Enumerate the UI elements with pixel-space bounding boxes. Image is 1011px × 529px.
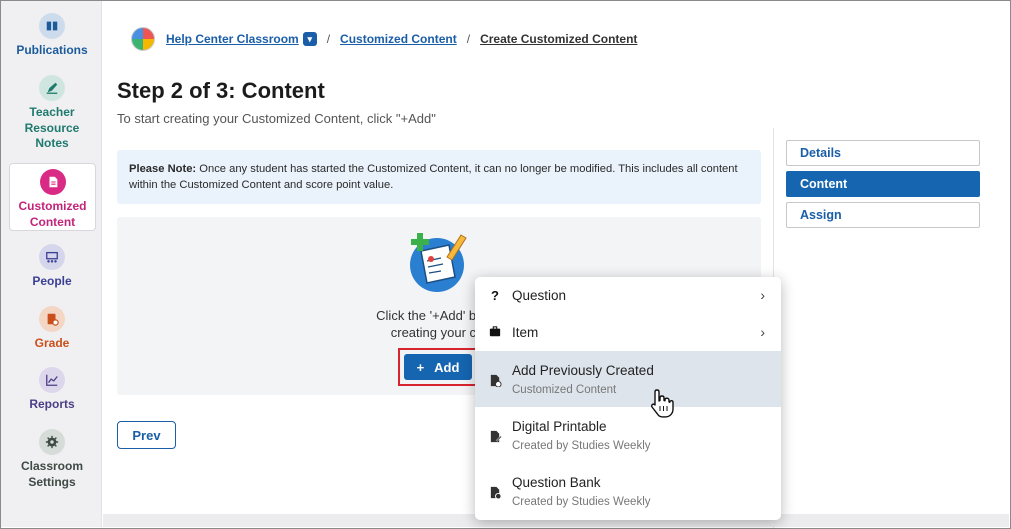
sidebar-item-customized-content[interactable]: Customized Content [9,163,96,231]
menu-item-add-previously-created[interactable]: Add Previously Created Customized Conten… [475,351,781,407]
sidebar-item-grade[interactable]: Grade [7,306,97,352]
classroom-avatar [131,27,155,51]
menu-item-sublabel: Created by Studies Weekly [512,496,651,508]
note-label: Please Note: [129,163,197,175]
note-banner: Please Note: Once any student has starte… [117,150,761,204]
grade-icon [39,306,65,332]
menu-item-sublabel: Customized Content [512,384,617,396]
breadcrumb-classroom-link[interactable]: Help Center Classroom [166,32,299,46]
step-details[interactable]: Details [786,140,980,166]
sidebar-item-label: Publications [16,43,88,57]
hand-cursor-icon [650,389,674,418]
sidebar-item-label: Customized Content [18,199,87,229]
chevron-down-icon[interactable]: ▾ [302,32,317,46]
menu-item-question-bank[interactable]: Question Bank Created by Studies Weekly [475,463,781,520]
file-question-icon [488,485,502,499]
file-edit-icon [488,429,502,443]
sidebar-item-reports[interactable]: Reports [7,367,97,413]
note-text: Once any student has started the Customi… [129,163,738,191]
chart-icon [39,367,65,393]
file-add-icon [488,373,502,387]
chevron-right-icon: › [760,287,765,303]
sidebar-item-label: Grade [34,336,70,350]
sidebar-item-classroom-settings[interactable]: Classroom Settings [7,429,97,490]
sidebar-item-label: Teacher Resource Notes [24,105,80,150]
question-icon: ? [491,287,499,303]
sidebar-item-label: People [32,274,72,288]
briefcase-icon [488,325,502,339]
sidebar-item-label: Reports [29,397,75,411]
breadcrumb-separator: / [466,32,471,46]
sidebar-item-publications[interactable]: Publications [7,13,97,59]
breadcrumb-separator: / [326,32,331,46]
chevron-right-icon: › [760,324,765,340]
step-assign[interactable]: Assign [786,202,980,228]
page-subtitle: To start creating your Customized Conten… [117,111,436,126]
menu-item-label: Digital Printable [512,419,607,434]
sidebar-item-people[interactable]: People [7,244,97,290]
book-icon [39,13,65,39]
pen-icon [39,75,65,101]
add-button[interactable]: + Add [404,354,472,380]
sidebar-item-teacher-resource-notes[interactable]: Teacher Resource Notes [7,75,97,152]
people-icon [39,244,65,270]
add-menu: ? Question › Item › Add Previously Creat… [475,277,781,520]
menu-item-label: Question [512,288,567,303]
menu-item-item[interactable]: Item › [475,314,781,351]
breadcrumb-section-link[interactable]: Customized Content [340,32,457,46]
menu-item-label: Add Previously Created [512,363,654,378]
breadcrumb: Help Center Classroom ▾ / Customized Con… [131,27,637,51]
step-content[interactable]: Content [786,171,980,197]
sidebar: Publications Teacher Resource Notes Cust… [1,1,102,527]
gear-icon [39,429,65,455]
menu-item-label: Question Bank [512,475,601,490]
breadcrumb-current[interactable]: Create Customized Content [480,32,637,46]
document-icon [39,169,66,195]
prev-button[interactable]: Prev [117,421,176,449]
worksheet-illustration-icon [410,233,467,292]
add-button-label: Add [434,359,460,375]
menu-item-question[interactable]: ? Question › [475,277,781,314]
menu-item-digital-printable[interactable]: Digital Printable Created by Studies Wee… [475,407,781,463]
page-title: Step 2 of 3: Content [117,78,325,103]
plus-icon: + [416,359,425,375]
menu-item-label: Item [512,325,539,340]
sidebar-item-label: Classroom Settings [20,459,84,489]
menu-item-sublabel: Created by Studies Weekly [512,440,651,452]
